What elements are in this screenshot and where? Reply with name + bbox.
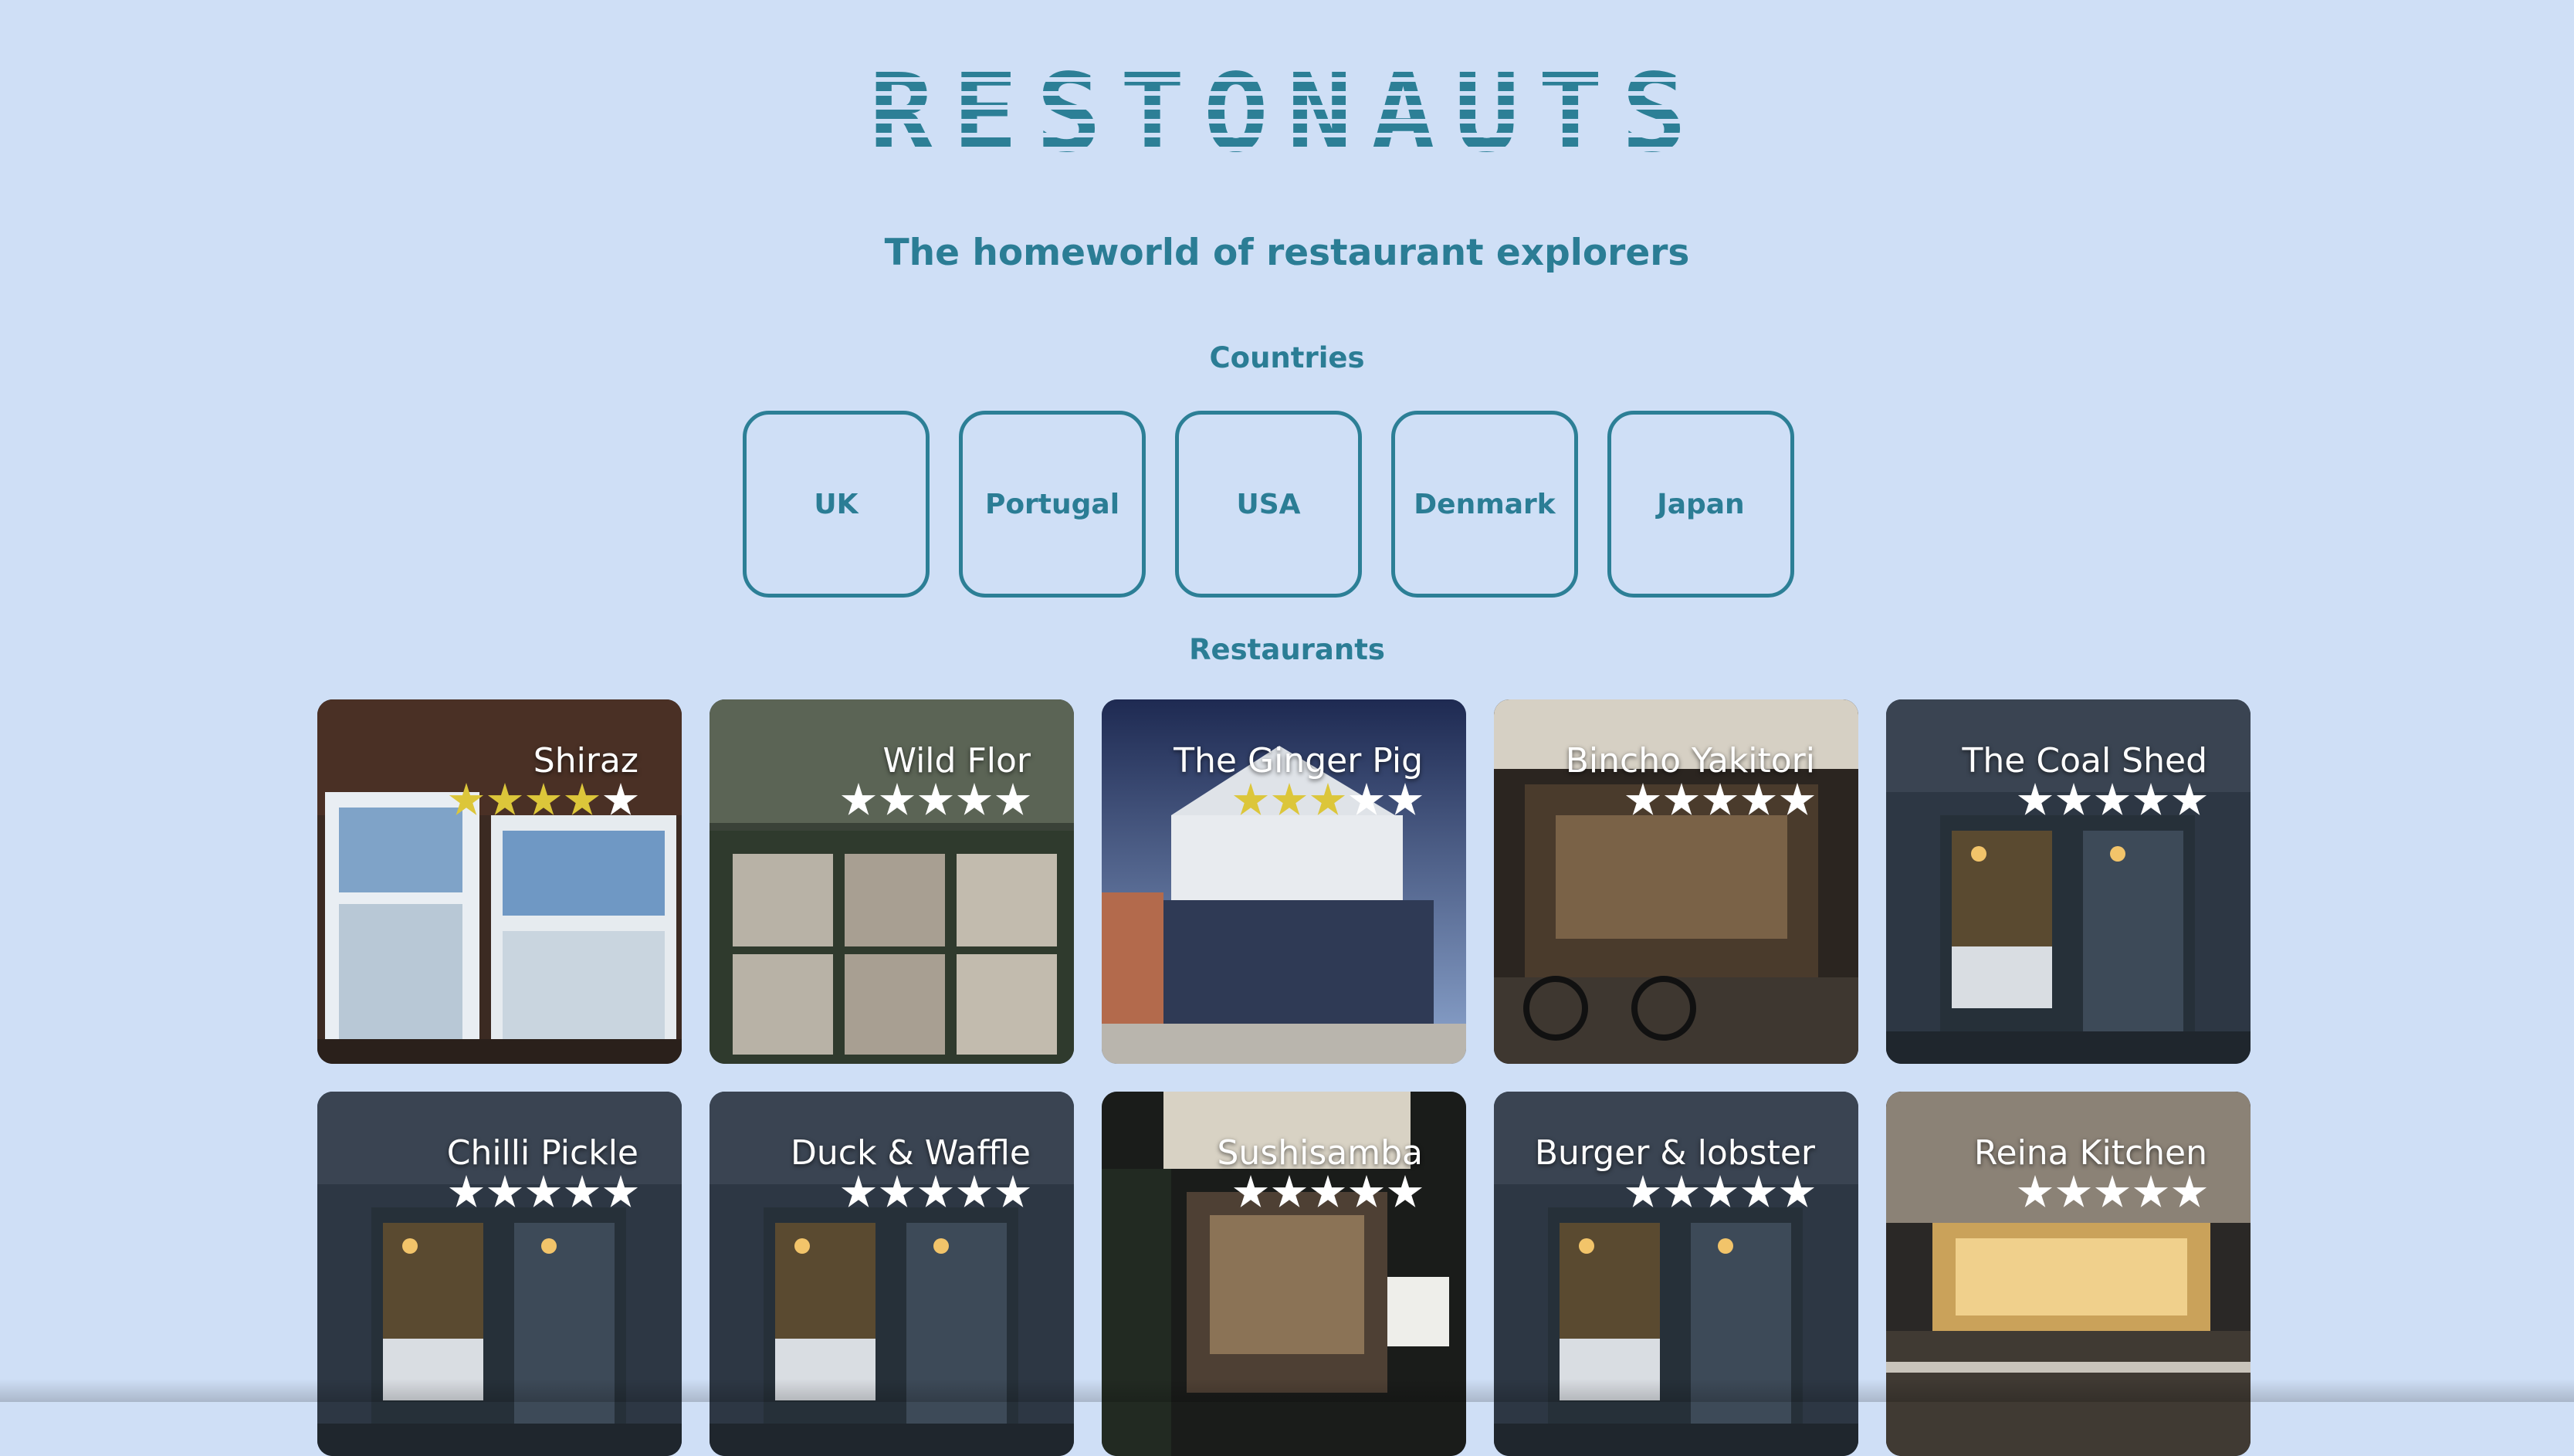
restaurant-name: The Ginger Pig <box>1174 741 1423 780</box>
restaurant-card[interactable]: Duck & Waffle <box>710 1092 1074 1456</box>
tagline: The homeworld of restaurant explorers <box>884 232 1690 274</box>
star-icon[interactable] <box>995 783 1031 815</box>
rating-stars <box>1233 1175 1423 1211</box>
restaurant-card[interactable]: Sushisamba <box>1102 1092 1466 1456</box>
star-icon[interactable] <box>918 1175 953 1207</box>
rating-stars <box>449 1175 638 1211</box>
star-icon[interactable] <box>1310 783 1346 815</box>
star-icon[interactable] <box>1702 1175 1738 1207</box>
restaurant-name: Wild Flor <box>882 741 1031 780</box>
star-icon[interactable] <box>526 783 561 815</box>
star-icon[interactable] <box>2056 783 2091 815</box>
rating-stars <box>2017 783 2207 818</box>
restaurant-card[interactable]: Reina Kitchen <box>1886 1092 2251 1456</box>
star-icon[interactable] <box>1272 1175 1307 1207</box>
star-icon[interactable] <box>1664 783 1699 815</box>
restaurant-card[interactable]: The Coal Shed <box>1886 699 2251 1064</box>
star-icon[interactable] <box>841 783 876 815</box>
rating-stars <box>1233 783 1423 818</box>
rating-stars <box>2017 1175 2207 1211</box>
star-icon[interactable] <box>1349 1175 1384 1207</box>
restaurant-name: Duck & Waffle <box>791 1133 1031 1173</box>
star-icon[interactable] <box>1625 1175 1661 1207</box>
restaurant-card[interactable]: Chilli Pickle <box>317 1092 682 1456</box>
star-icon[interactable] <box>2095 1175 2130 1207</box>
star-icon[interactable] <box>957 783 992 815</box>
rating-stars <box>841 1175 1031 1211</box>
rating-stars <box>449 783 638 818</box>
star-icon[interactable] <box>1387 783 1423 815</box>
rating-stars <box>1625 1175 1815 1211</box>
star-icon[interactable] <box>487 1175 523 1207</box>
star-icon[interactable] <box>564 783 600 815</box>
country-button-denmark[interactable]: Denmark <box>1391 411 1578 598</box>
star-icon[interactable] <box>1233 783 1268 815</box>
star-icon[interactable] <box>603 1175 638 1207</box>
restaurant-grid: Shiraz Wild Flor The Ginger Pig Bincho Y… <box>317 699 2252 1456</box>
star-icon[interactable] <box>1741 1175 1776 1207</box>
star-icon[interactable] <box>2017 783 2053 815</box>
country-button-usa[interactable]: USA <box>1175 411 1362 598</box>
star-icon[interactable] <box>1625 783 1661 815</box>
star-icon[interactable] <box>2172 783 2207 815</box>
country-button-uk[interactable]: UK <box>743 411 930 598</box>
star-icon[interactable] <box>879 783 915 815</box>
star-icon[interactable] <box>2133 1175 2169 1207</box>
star-icon[interactable] <box>449 783 484 815</box>
star-icon[interactable] <box>564 1175 600 1207</box>
star-icon[interactable] <box>1233 1175 1268 1207</box>
restaurant-card[interactable]: Burger & lobster <box>1494 1092 1858 1456</box>
star-icon[interactable] <box>603 783 638 815</box>
star-icon[interactable] <box>449 1175 484 1207</box>
restaurant-name: The Coal Shed <box>1962 741 2207 780</box>
rating-stars <box>841 783 1031 818</box>
restaurant-card[interactable]: The Ginger Pig <box>1102 699 1466 1064</box>
star-icon[interactable] <box>2017 1175 2053 1207</box>
star-icon[interactable] <box>879 1175 915 1207</box>
restaurant-name: Bincho Yakitori <box>1565 741 1815 780</box>
restaurant-name: Shiraz <box>533 741 638 780</box>
country-button-portugal[interactable]: Portugal <box>959 411 1146 598</box>
star-icon[interactable] <box>1741 783 1776 815</box>
star-icon[interactable] <box>918 783 953 815</box>
countries-heading: Countries <box>1209 341 1365 374</box>
restaurants-heading: Restaurants <box>1189 633 1385 666</box>
restaurant-name: Sushisamba <box>1217 1133 1424 1173</box>
star-icon[interactable] <box>487 783 523 815</box>
restaurant-card[interactable]: Wild Flor <box>710 699 1074 1064</box>
restaurant-card[interactable]: Shiraz <box>317 699 682 1064</box>
star-icon[interactable] <box>2133 783 2169 815</box>
star-icon[interactable] <box>2095 783 2130 815</box>
restaurant-card[interactable]: Bincho Yakitori <box>1494 699 1858 1064</box>
star-icon[interactable] <box>995 1175 1031 1207</box>
restaurant-name: Burger & lobster <box>1534 1133 1815 1173</box>
star-icon[interactable] <box>2056 1175 2091 1207</box>
country-list: UK Portugal USA Denmark Japan <box>743 411 1824 604</box>
star-icon[interactable] <box>1310 1175 1346 1207</box>
rating-stars <box>1625 783 1815 818</box>
star-icon[interactable] <box>1780 1175 1815 1207</box>
star-icon[interactable] <box>1387 1175 1423 1207</box>
star-icon[interactable] <box>841 1175 876 1207</box>
country-button-japan[interactable]: Japan <box>1607 411 1794 598</box>
logo: RESTONAUTS <box>869 51 1705 177</box>
star-icon[interactable] <box>1349 783 1384 815</box>
star-icon[interactable] <box>957 1175 992 1207</box>
star-icon[interactable] <box>1272 783 1307 815</box>
star-icon[interactable] <box>1780 783 1815 815</box>
star-icon[interactable] <box>526 1175 561 1207</box>
restaurant-name: Reina Kitchen <box>1973 1133 2207 1173</box>
star-icon[interactable] <box>1664 1175 1699 1207</box>
star-icon[interactable] <box>1702 783 1738 815</box>
restaurant-name: Chilli Pickle <box>446 1133 638 1173</box>
star-icon[interactable] <box>2172 1175 2207 1207</box>
